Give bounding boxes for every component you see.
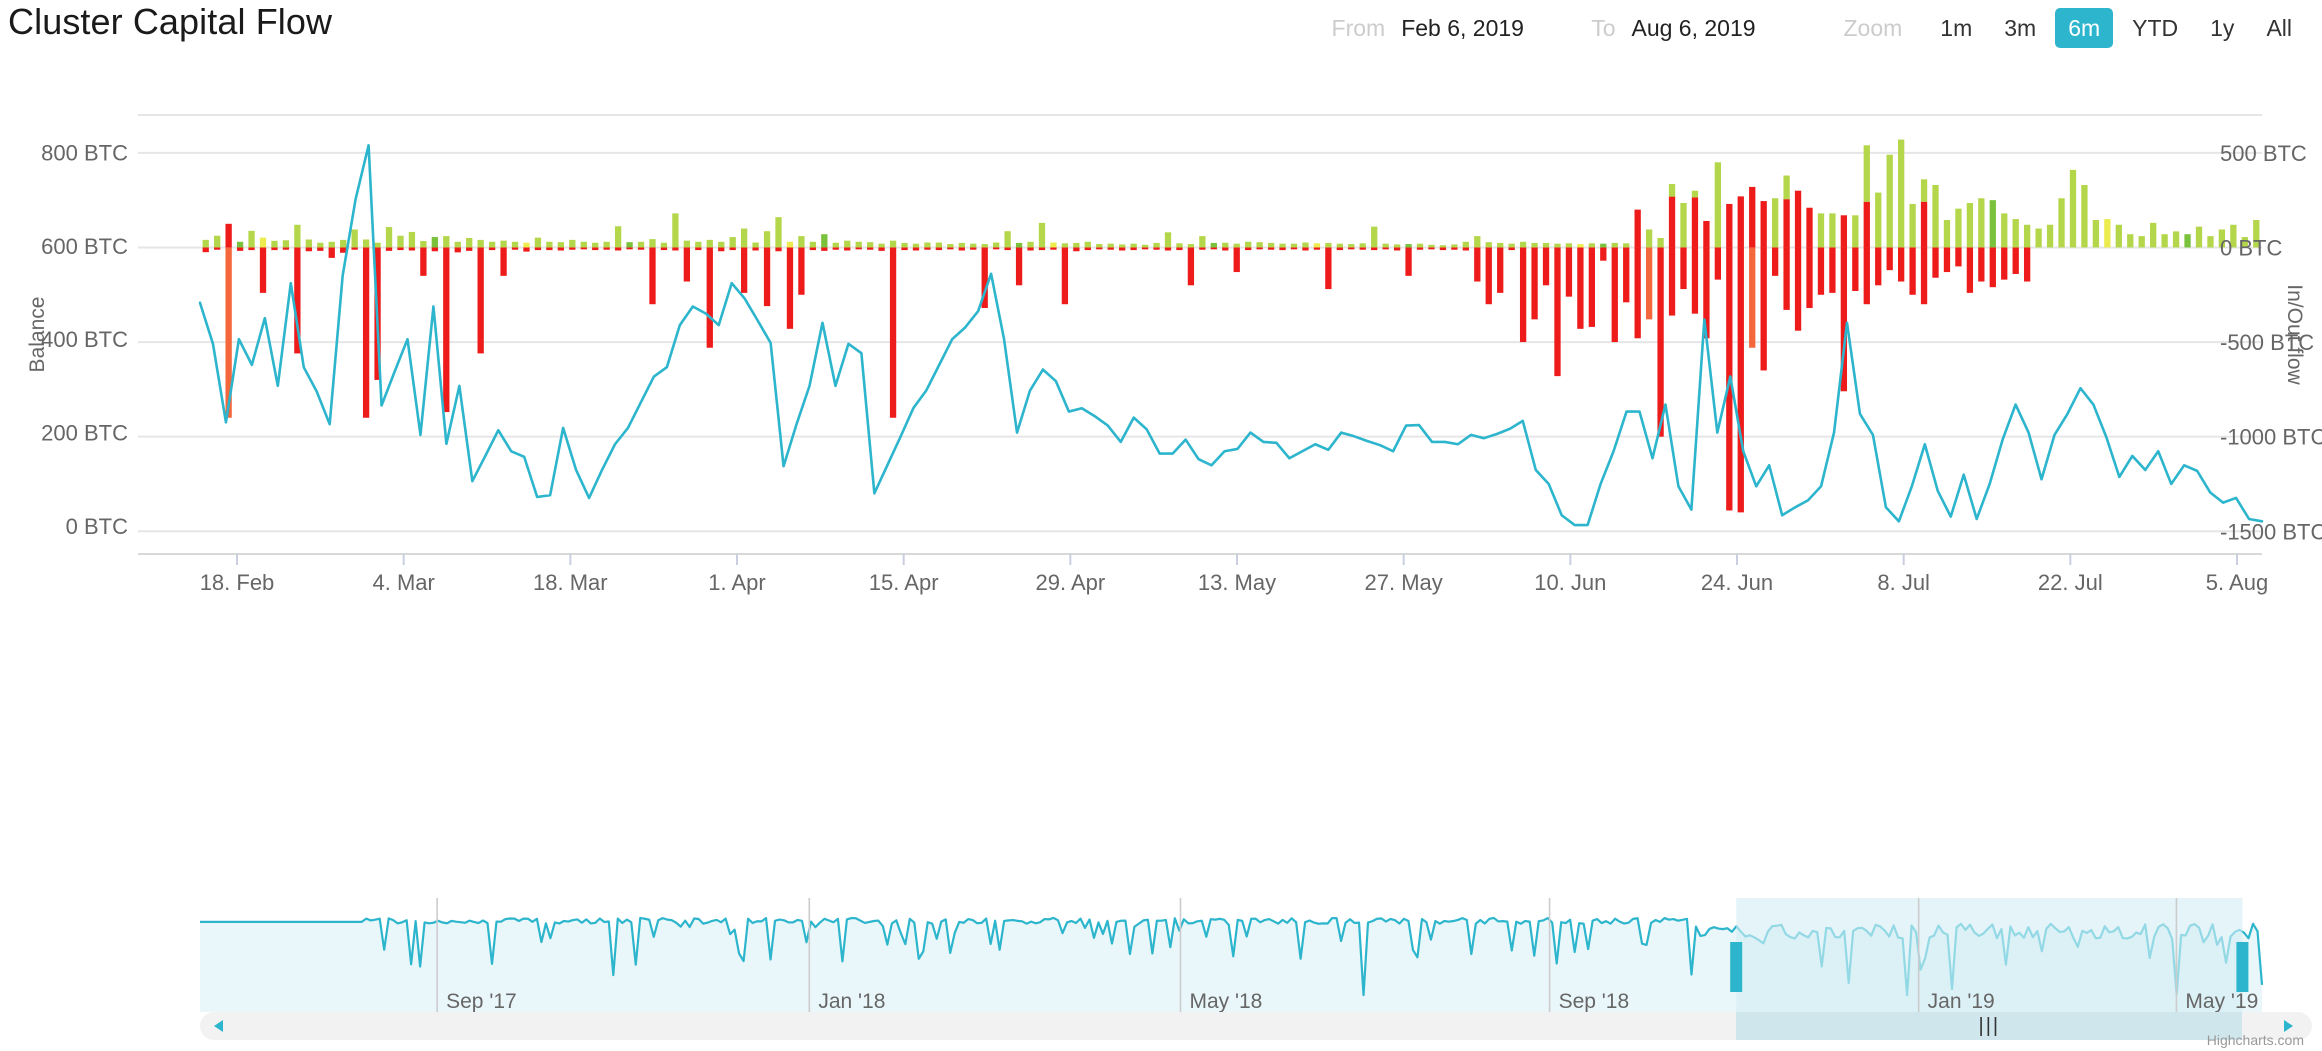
x-axis-ticks: 18. Feb 4. Mar 18. Mar 1. Apr 15. Apr 29. Apr…	[138, 553, 2268, 595]
left-axis-tick: 600 BTC	[41, 234, 128, 259]
right-axis-tick: 0 BTC	[2220, 235, 2282, 260]
right-axis-tick: -1000 BTC	[2220, 425, 2322, 450]
plot-area[interactable]: 18. Feb 4. Mar 18. Mar 1. Apr 15. Apr 29. Apr…	[0, 60, 2322, 890]
x-axis-tick: 5. Aug	[2206, 570, 2268, 595]
x-axis-tick: 24. Jun	[1701, 570, 1773, 595]
zoom-button-1y[interactable]: 1y	[2197, 8, 2247, 48]
page-title: Cluster Capital Flow	[8, 1, 333, 42]
left-axis-title: Balance	[26, 297, 49, 373]
x-axis-tick: 8. Jul	[1877, 570, 1930, 595]
from-date-input[interactable]	[1395, 13, 1576, 43]
gridlines	[138, 114, 2262, 533]
x-axis-tick: 4. Mar	[372, 570, 434, 595]
zoom-button-all[interactable]: All	[2253, 8, 2305, 48]
x-axis-tick: 15. Apr	[869, 570, 939, 595]
range-selector: From To Zoom 1m 3m 6m YTD 1y All	[1332, 8, 2308, 48]
zoom-label: Zoom	[1843, 15, 1903, 41]
x-axis-tick: 22. Jul	[2038, 570, 2103, 595]
navigator-tick-label: Sep '17	[446, 990, 517, 1013]
navigator-tick-label: Jan '19	[1928, 990, 1995, 1013]
navigator-handle-right[interactable]	[2236, 942, 2249, 992]
x-axis-tick: 10. Jun	[1534, 570, 1606, 595]
to-label: To	[1591, 15, 1616, 41]
zoom-button-3m[interactable]: 3m	[1991, 8, 2049, 48]
zoom-button-6m[interactable]: 6m	[2055, 8, 2114, 48]
navigator-tick-label: Sep '18	[1559, 990, 1630, 1013]
right-axis-title: In/Out flow	[2283, 284, 2306, 385]
left-axis-tick: 200 BTC	[41, 421, 128, 446]
x-axis-tick: 18. Mar	[533, 570, 608, 595]
scroll-left-arrow-icon[interactable]	[208, 1012, 236, 1040]
chart-page: Cluster Capital Flow From To Zoom 1m 3m …	[0, 0, 2322, 1049]
navigator-tick-label: May '18	[1189, 990, 1262, 1013]
navigator-tick-label: Jan '18	[818, 990, 885, 1013]
scrollbar-grip[interactable]: |||	[1969, 1014, 2009, 1038]
right-axis-tick: 500 BTC	[2220, 141, 2307, 166]
to-date-input[interactable]	[1625, 13, 1810, 43]
left-axis-tick: 400 BTC	[41, 327, 128, 352]
right-axis-tick: -1500 BTC	[2220, 519, 2322, 544]
zoom-button-ytd[interactable]: YTD	[2119, 8, 2191, 48]
left-axis-tick: 0 BTC	[66, 514, 128, 539]
navigator-tick-label: May '19	[2185, 990, 2258, 1013]
x-axis-tick: 27. May	[1365, 570, 1443, 595]
left-axis-ticks: 0 BTC 200 BTC 400 BTC 600 BTC 800 BTC	[41, 140, 128, 539]
x-axis-tick: 29. Apr	[1035, 570, 1105, 595]
plot-svg: 18. Feb 4. Mar 18. Mar 1. Apr 15. Apr 29. Apr…	[26, 114, 2322, 595]
left-axis-tick: 800 BTC	[41, 140, 128, 165]
x-axis-tick: 1. Apr	[708, 570, 765, 595]
balance-line	[198, 144, 2264, 527]
from-label: From	[1331, 15, 1386, 41]
zoom-button-1m[interactable]: 1m	[1927, 8, 1985, 48]
x-axis-tick: 18. Feb	[200, 570, 275, 595]
flow-columns	[202, 139, 2260, 513]
x-axis-tick: 13. May	[1198, 570, 1276, 595]
navigator-handle-left[interactable]	[1730, 942, 1743, 992]
